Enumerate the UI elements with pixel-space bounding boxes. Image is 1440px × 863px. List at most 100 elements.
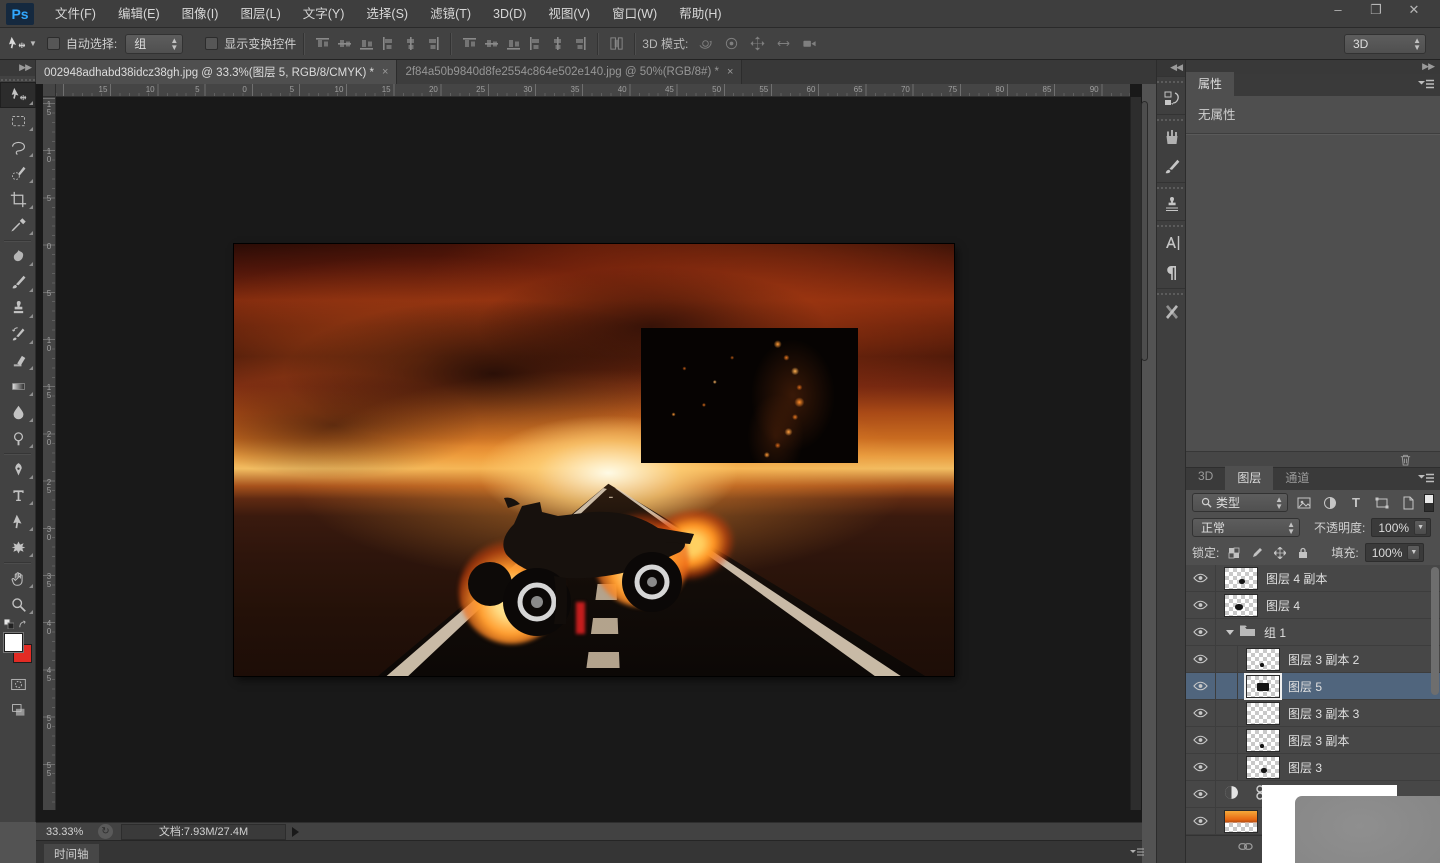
document-tab-1[interactable]: 002948adhabd38idcz38gh.jpg @ 33.3%(图层 5,… bbox=[36, 60, 397, 84]
path-selection-tool[interactable] bbox=[0, 508, 36, 534]
menu-9[interactable]: 视图(V) bbox=[537, 0, 601, 28]
fill-arrow[interactable]: ▼ bbox=[1407, 545, 1420, 560]
layers-scrollbar-thumb[interactable] bbox=[1431, 567, 1439, 695]
opacity-field[interactable]: 100%▼ bbox=[1371, 518, 1431, 537]
dock-group-grip[interactable] bbox=[1157, 114, 1185, 122]
3d-slide-icon[interactable] bbox=[772, 34, 794, 54]
lock-transparent-icon[interactable] bbox=[1225, 545, 1242, 561]
group-expand-triangle[interactable] bbox=[1226, 630, 1234, 635]
align-hcenter-icon[interactable] bbox=[399, 34, 421, 54]
lock-pixels-icon[interactable] bbox=[1248, 545, 1265, 561]
timeline-menu-icon[interactable] bbox=[1130, 847, 1144, 861]
canvas-vertical-scrollbar[interactable] bbox=[1130, 97, 1141, 810]
dock-group-grip[interactable] bbox=[1157, 182, 1185, 190]
auto-select-dropdown[interactable]: 组▲▼ bbox=[125, 34, 183, 54]
distribute-bottom-icon[interactable] bbox=[502, 34, 524, 54]
filter-shape-layers-icon[interactable] bbox=[1372, 494, 1392, 512]
visibility-eye-icon[interactable] bbox=[1186, 727, 1216, 754]
dock-group-grip[interactable] bbox=[1157, 288, 1185, 296]
layer-row-图层 3[interactable]: 图层 3 bbox=[1186, 754, 1440, 781]
menu-7[interactable]: 滤镜(T) bbox=[419, 0, 482, 28]
eraser-tool[interactable] bbox=[0, 347, 36, 373]
visibility-eye-icon[interactable] bbox=[1186, 673, 1216, 700]
layer-name[interactable]: 图层 3 副本 3 bbox=[1288, 705, 1359, 722]
document-size-info[interactable]: 文档:7.93M/27.4M bbox=[121, 824, 286, 840]
3d-pan-icon[interactable] bbox=[746, 34, 768, 54]
lock-position-icon[interactable] bbox=[1271, 545, 1288, 561]
brush-tool[interactable] bbox=[0, 269, 36, 295]
layer-name[interactable]: 图层 3 副本 bbox=[1288, 732, 1349, 749]
quick-selection-tool[interactable] bbox=[0, 160, 36, 186]
menu-4[interactable]: 图层(L) bbox=[229, 0, 291, 28]
lasso-tool[interactable] bbox=[0, 134, 36, 160]
filter-type-layers-icon[interactable]: T bbox=[1346, 494, 1366, 512]
show-transform-checkbox[interactable] bbox=[205, 37, 218, 50]
auto-align-layers-icon[interactable] bbox=[605, 34, 627, 54]
lock-all-icon[interactable] bbox=[1294, 545, 1311, 561]
menu-8[interactable]: 3D(D) bbox=[482, 0, 537, 28]
document-tab-2[interactable]: 2f84a50b9840d8fe2554c864e502e140.jpg @ 5… bbox=[397, 60, 742, 84]
tab-properties[interactable]: 属性 bbox=[1186, 72, 1234, 96]
visibility-eye-icon[interactable] bbox=[1186, 700, 1216, 727]
tab-通道[interactable]: 通道 bbox=[1273, 466, 1321, 490]
dock-group-grip[interactable] bbox=[1157, 76, 1185, 84]
layer-row-图层 4 副本[interactable]: 图层 4 副本 bbox=[1186, 565, 1440, 592]
layer-name[interactable]: 图层 3 副本 2 bbox=[1288, 651, 1359, 668]
layer-thumbnail[interactable] bbox=[1246, 648, 1280, 671]
dock-expand-icon[interactable]: ◀◀ bbox=[1157, 60, 1185, 76]
distribute-hcenter-icon[interactable] bbox=[546, 34, 568, 54]
3d-orbit-icon[interactable] bbox=[694, 34, 716, 54]
layers-panel-menu-icon[interactable] bbox=[1418, 473, 1434, 487]
brush-presets-panel-icon[interactable] bbox=[1157, 122, 1187, 152]
filter-adjustment-layers-icon[interactable] bbox=[1320, 494, 1340, 512]
clone-stamp-tool[interactable] bbox=[0, 295, 36, 321]
tab-3D[interactable]: 3D bbox=[1186, 466, 1225, 490]
layer-row-图层 5[interactable]: 图层 5 bbox=[1186, 673, 1440, 700]
properties-panel-menu-icon[interactable] bbox=[1418, 79, 1434, 93]
auto-select-checkbox[interactable] bbox=[47, 37, 60, 50]
distribute-vcenter-icon[interactable] bbox=[480, 34, 502, 54]
history-panel-icon[interactable] bbox=[1157, 84, 1187, 114]
crop-tool[interactable] bbox=[0, 186, 36, 212]
layer-name[interactable]: 图层 3 bbox=[1288, 759, 1322, 776]
layer-row-图层 3 副本 3[interactable]: 图层 3 副本 3 bbox=[1186, 700, 1440, 727]
minimize-button[interactable]: – bbox=[1326, 2, 1350, 18]
layer-name[interactable]: 图层 4 bbox=[1266, 597, 1300, 614]
layer-thumbnail[interactable] bbox=[1246, 675, 1280, 698]
tab-close-icon[interactable]: × bbox=[727, 66, 733, 78]
menu-6[interactable]: 选择(S) bbox=[355, 0, 419, 28]
character-panel-icon[interactable] bbox=[1157, 228, 1187, 258]
toolbar-collapse-icon[interactable]: ▶▶ bbox=[0, 60, 35, 76]
gradient-tool[interactable] bbox=[0, 373, 36, 399]
distribute-right-icon[interactable] bbox=[568, 34, 590, 54]
filter-toggle-switch[interactable] bbox=[1424, 494, 1434, 512]
workspace-switcher[interactable]: 3D▲▼ bbox=[1344, 34, 1426, 54]
visibility-eye-icon[interactable] bbox=[1186, 619, 1216, 646]
close-button[interactable]: ✕ bbox=[1402, 2, 1426, 18]
restore-button[interactable]: ❐ bbox=[1364, 2, 1388, 18]
zoom-tool[interactable] bbox=[0, 591, 36, 617]
blend-mode-dropdown[interactable]: 正常▲▼ bbox=[1192, 518, 1300, 537]
visibility-eye-icon[interactable] bbox=[1186, 808, 1216, 835]
layer-thumbnail[interactable] bbox=[1224, 810, 1258, 833]
shape-tool[interactable] bbox=[0, 534, 36, 560]
distribute-left-icon[interactable] bbox=[524, 34, 546, 54]
menu-1[interactable]: 文件(F) bbox=[44, 0, 107, 28]
menu-11[interactable]: 帮助(H) bbox=[668, 0, 732, 28]
layer-row-图层 3 副本 2[interactable]: 图层 3 副本 2 bbox=[1186, 646, 1440, 673]
screen-mode-button[interactable] bbox=[0, 697, 36, 723]
layer-name[interactable]: 图层 4 副本 bbox=[1266, 570, 1327, 587]
layer-thumbnail[interactable] bbox=[1246, 729, 1280, 752]
tool-presets-panel-icon[interactable] bbox=[1157, 296, 1187, 326]
canvas-image[interactable] bbox=[234, 244, 954, 676]
layer-row-组 1[interactable]: 组 1 bbox=[1186, 619, 1440, 646]
dock-group-grip[interactable] bbox=[1157, 220, 1185, 228]
history-brush-tool[interactable] bbox=[0, 321, 36, 347]
align-left-icon[interactable] bbox=[377, 34, 399, 54]
hand-tool[interactable] bbox=[0, 565, 36, 591]
status-options-arrow[interactable] bbox=[292, 827, 299, 837]
visibility-eye-icon[interactable] bbox=[1186, 754, 1216, 781]
timeline-tab[interactable]: 时间轴 bbox=[44, 844, 99, 863]
status-sync-icon[interactable]: ↻ bbox=[98, 824, 113, 839]
3d-roll-icon[interactable] bbox=[720, 34, 742, 54]
